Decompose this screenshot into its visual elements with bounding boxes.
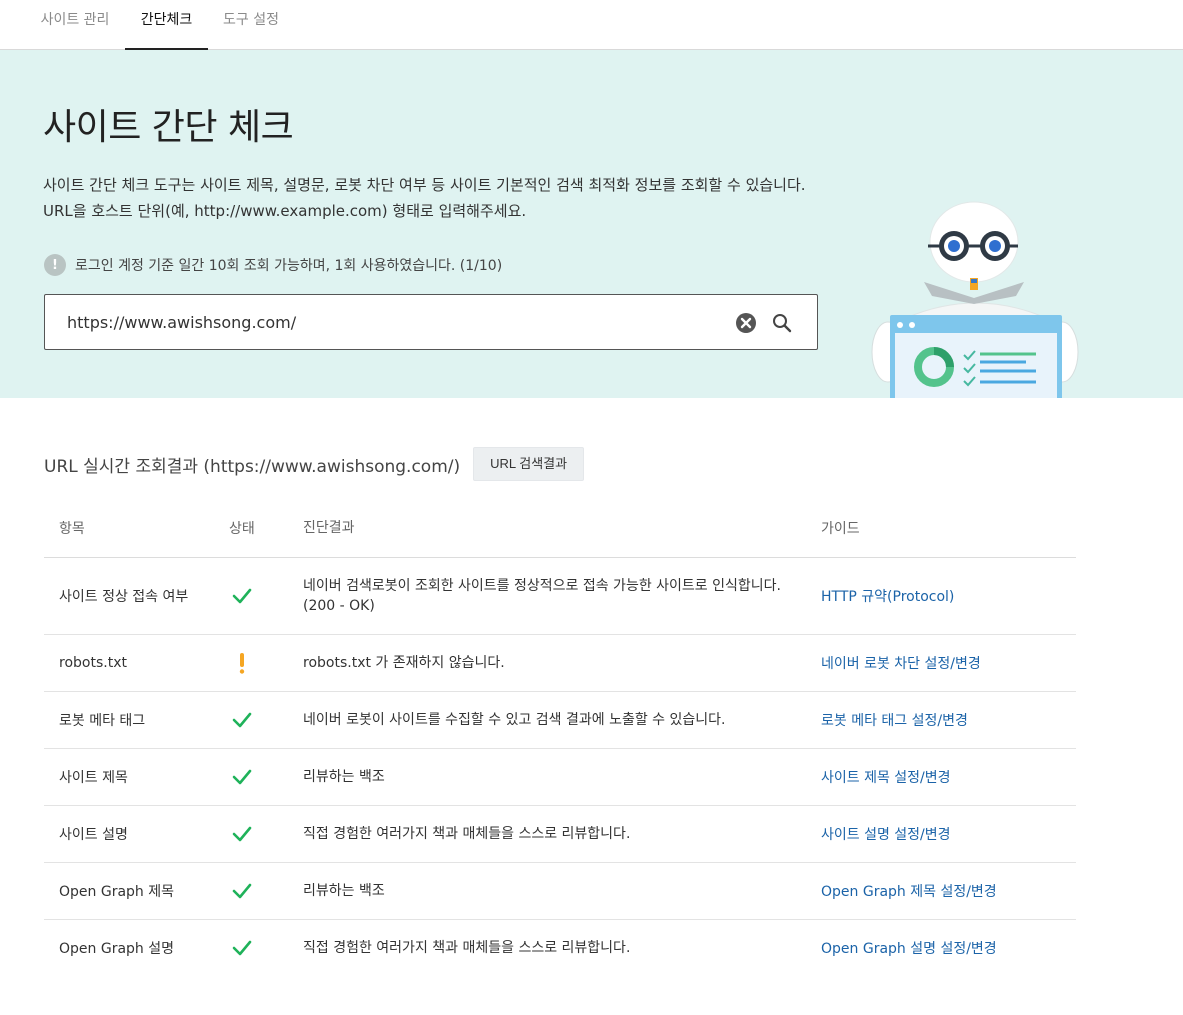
top-tab-bar: 사이트 관리 간단체크 도구 설정 bbox=[0, 0, 1183, 50]
table-row: 사이트 제목 리뷰하는 백조 사이트 제목 설정/변경 bbox=[44, 748, 1076, 806]
row-diagnosis-line-2: (200 - OK) bbox=[303, 597, 375, 614]
description-line-1: 사이트 간단 체크 도구는 사이트 제목, 설명문, 로봇 차단 여부 등 사이… bbox=[43, 176, 806, 194]
usage-notice: ! 로그인 계정 기준 일간 10회 조회 가능하며, 1회 사용하였습니다. … bbox=[44, 253, 502, 277]
header-item: 항목 bbox=[44, 500, 229, 558]
robot-illustration bbox=[866, 200, 1086, 398]
header-guide: 가이드 bbox=[821, 500, 1076, 558]
search-icon[interactable] bbox=[770, 311, 794, 335]
row-diagnosis: 직접 경험한 여러가지 책과 매체들을 스스로 리뷰합니다. bbox=[303, 939, 631, 956]
row-diagnosis: 리뷰하는 백조 bbox=[303, 748, 821, 806]
row-diagnosis: 리뷰하는 백조 bbox=[303, 862, 821, 920]
guide-link-robot-meta[interactable]: 로봇 메타 태그 설정/변경 bbox=[821, 713, 968, 729]
row-diagnosis-line-1: 네이버 검색로봇이 조회한 사이트를 정상적으로 접속 가능한 사이트로 인식합… bbox=[303, 577, 781, 594]
table-row: 로봇 메타 태그 네이버 로봇이 사이트를 수집할 수 있고 검색 결과에 노출… bbox=[44, 691, 1076, 749]
row-diagnosis: robots.txt 가 존재하지 않습니다. bbox=[303, 634, 821, 692]
row-diagnosis: 네이버 로봇이 사이트를 수집할 수 있고 검색 결과에 노출할 수 있습니다. bbox=[303, 691, 821, 749]
exclamation-icon bbox=[231, 652, 253, 674]
results-title: URL 실시간 조회결과 (https://www.awishsong.com/… bbox=[44, 456, 461, 477]
tab-simple-check[interactable]: 간단체크 bbox=[125, 0, 208, 50]
guide-link-site-description[interactable]: 사이트 설명 설정/변경 bbox=[821, 827, 951, 843]
row-item: 사이트 설명 bbox=[44, 805, 229, 863]
check-icon bbox=[231, 823, 253, 845]
url-search-box bbox=[44, 294, 818, 350]
row-item: 로봇 메타 태그 bbox=[44, 691, 229, 749]
row-item: robots.txt bbox=[44, 634, 229, 692]
url-search-results-button[interactable]: URL 검색결과 bbox=[473, 447, 585, 481]
tab-site-management[interactable]: 사이트 관리 bbox=[26, 0, 124, 49]
tab-tool-settings[interactable]: 도구 설정 bbox=[208, 0, 294, 49]
table-row: robots.txt robots.txt 가 존재하지 않습니다. 네이버 로… bbox=[44, 634, 1076, 692]
row-item: Open Graph 설명 bbox=[59, 940, 174, 957]
info-icon: ! bbox=[44, 254, 66, 276]
guide-link-http-protocol[interactable]: HTTP 규약(Protocol) bbox=[821, 589, 954, 605]
results-header: URL 실시간 조회결과 (https://www.awishsong.com/… bbox=[44, 446, 585, 482]
row-diagnosis: 직접 경험한 여러가지 책과 매체들을 스스로 리뷰합니다. bbox=[303, 805, 821, 863]
row-diagnosis: 네이버 검색로봇이 조회한 사이트를 정상적으로 접속 가능한 사이트로 인식합… bbox=[303, 557, 821, 635]
table-row: Open Graph 설명 직접 경험한 여러가지 책과 매체들을 스스로 리뷰… bbox=[44, 919, 1076, 976]
results-table: 항목 상태 진단결과 가이드 사이트 정상 접속 여부 네이버 검색로봇이 조회… bbox=[44, 500, 1076, 976]
row-item: 사이트 제목 bbox=[44, 748, 229, 806]
page-title: 사이트 간단 체크 bbox=[43, 107, 294, 148]
row-item: Open Graph 제목 bbox=[44, 862, 229, 920]
check-icon bbox=[231, 585, 253, 607]
header-status: 상태 bbox=[229, 500, 303, 558]
guide-link-robot-block[interactable]: 네이버 로봇 차단 설정/변경 bbox=[821, 656, 981, 672]
table-row: 사이트 정상 접속 여부 네이버 검색로봇이 조회한 사이트를 정상적으로 접속… bbox=[44, 557, 1076, 635]
check-icon bbox=[231, 937, 253, 959]
check-icon bbox=[231, 880, 253, 902]
guide-link-og-title[interactable]: Open Graph 제목 설정/변경 bbox=[821, 884, 997, 900]
guide-link-og-description[interactable]: Open Graph 설명 설정/변경 bbox=[821, 941, 997, 957]
check-icon bbox=[231, 766, 253, 788]
table-row: 사이트 설명 직접 경험한 여러가지 책과 매체들을 스스로 리뷰합니다. 사이… bbox=[44, 805, 1076, 863]
check-icon bbox=[231, 709, 253, 731]
description-line-2: URL을 호스트 단위(예, http://www.example.com) 형… bbox=[43, 202, 527, 220]
table-row: Open Graph 제목 리뷰하는 백조 Open Graph 제목 설정/변… bbox=[44, 862, 1076, 920]
usage-notice-text: 로그인 계정 기준 일간 10회 조회 가능하며, 1회 사용하였습니다. (1… bbox=[75, 258, 503, 274]
table-header-row: 항목 상태 진단결과 가이드 bbox=[44, 500, 1076, 558]
hero-section: 사이트 간단 체크 사이트 간단 체크 도구는 사이트 제목, 설명문, 로봇 … bbox=[0, 50, 1183, 398]
header-diagnosis: 진단결과 bbox=[303, 500, 821, 558]
row-item: 사이트 정상 접속 여부 bbox=[44, 557, 229, 635]
guide-link-site-title[interactable]: 사이트 제목 설정/변경 bbox=[821, 770, 951, 786]
page-description: 사이트 간단 체크 도구는 사이트 제목, 설명문, 로봇 차단 여부 등 사이… bbox=[43, 172, 843, 224]
clear-icon[interactable] bbox=[735, 312, 757, 334]
url-input[interactable] bbox=[67, 295, 717, 349]
